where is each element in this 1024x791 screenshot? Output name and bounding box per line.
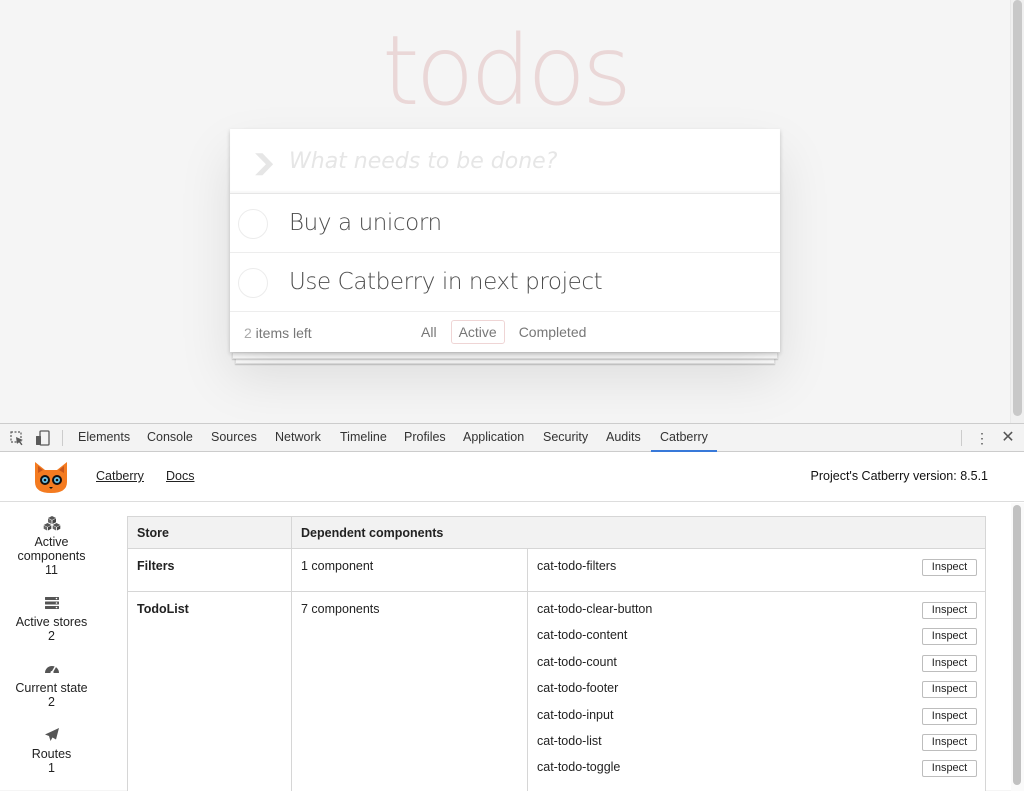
filter-active[interactable]: Active: [450, 320, 505, 344]
component-name: cat-todo-count: [537, 655, 617, 669]
new-todo-row: ❯: [230, 129, 780, 194]
filters: All Active Completed: [410, 320, 597, 344]
component-name: cat-todo-clear-button: [537, 602, 653, 616]
sidebar-item-routes[interactable]: Routes 1: [0, 727, 103, 775]
todo-item: Use Catberry in next project: [230, 253, 780, 312]
todo-label[interactable]: Buy a unicorn: [289, 210, 442, 236]
component-name: cat-todo-content: [537, 628, 628, 642]
tab-network[interactable]: Network: [275, 424, 321, 451]
header-dependent-components: Dependent components: [301, 526, 444, 540]
column-divider: [527, 549, 528, 791]
todo-footer: 2 items left All Active Completed: [230, 312, 780, 352]
catberry-link[interactable]: Catberry: [96, 469, 144, 483]
table-header: Store Dependent components: [128, 517, 985, 549]
catberry-sidebar: Active components 11 Active stores 2 Cur…: [0, 503, 103, 791]
todo-panel: ❯ Buy a unicorn Use Catberry in next pro…: [230, 129, 780, 352]
sidebar-item-count: 2: [48, 629, 55, 643]
sidebar-item-label: Routes: [31, 747, 72, 761]
more-options-icon[interactable]: ⋮: [975, 429, 989, 447]
inspect-button[interactable]: Inspect: [922, 628, 977, 645]
inspect-button[interactable]: Inspect: [922, 602, 977, 619]
tab-timeline[interactable]: Timeline: [340, 424, 387, 451]
devtools-scrollbar[interactable]: [1011, 503, 1024, 791]
devtools-panel: Elements Console Sources Network Timelin…: [0, 423, 1024, 791]
toggle-all-chevron-icon[interactable]: ❯: [234, 143, 294, 183]
tab-application[interactable]: Application: [463, 424, 524, 451]
page-scrollbar-thumb[interactable]: [1013, 0, 1022, 416]
inspect-button[interactable]: Inspect: [922, 708, 977, 725]
filter-all[interactable]: All: [413, 320, 445, 344]
column-divider: [291, 517, 292, 791]
row-divider: [128, 591, 985, 592]
todo-count-number: 2: [244, 325, 252, 341]
header-store: Store: [137, 526, 169, 540]
inspect-button[interactable]: Inspect: [922, 559, 977, 576]
sidebar-item-label: Active components: [17, 535, 86, 563]
close-icon[interactable]: ✕: [1000, 429, 1016, 447]
sidebar-item-active-stores[interactable]: Active stores 2: [0, 595, 103, 643]
component-count: 7 components: [301, 602, 380, 616]
store-name: Filters: [137, 559, 175, 573]
todo-checkbox[interactable]: [238, 268, 268, 298]
inspect-button[interactable]: Inspect: [922, 655, 977, 672]
inspect-button[interactable]: Inspect: [922, 760, 977, 777]
sidebar-item-count: 11: [45, 563, 58, 577]
paper-plane-icon: [43, 727, 61, 743]
docs-link[interactable]: Docs: [166, 469, 194, 483]
tab-catberry[interactable]: Catberry: [651, 424, 717, 452]
todo-app-viewport: todos ❯ Buy a unicorn Use Catberry in ne…: [0, 0, 1024, 423]
sidebar-item-active-components[interactable]: Active components 11: [0, 515, 103, 577]
component-name: cat-todo-list: [537, 734, 602, 748]
component-name: cat-todo-toggle: [537, 760, 621, 774]
inspect-element-icon[interactable]: [8, 429, 26, 447]
components-icon: [43, 515, 61, 531]
sidebar-item-label: Active stores: [15, 615, 88, 629]
store-name: TodoList: [137, 602, 189, 616]
sidebar-item-count: 2: [48, 695, 55, 709]
paper-stack-shadow: [232, 353, 778, 359]
tab-security[interactable]: Security: [543, 424, 588, 451]
inspect-button[interactable]: Inspect: [922, 734, 977, 751]
devtools-tabbar: Elements Console Sources Network Timelin…: [0, 424, 1024, 452]
tab-audits[interactable]: Audits: [606, 424, 641, 451]
page-scrollbar[interactable]: [1010, 0, 1024, 423]
tab-elements[interactable]: Elements: [78, 424, 130, 451]
new-todo-input[interactable]: [289, 139, 759, 184]
todo-label[interactable]: Use Catberry in next project: [289, 269, 603, 295]
sidebar-item-current-state[interactable]: Current state 2: [0, 661, 103, 709]
app-title: todos: [381, 15, 632, 127]
toolbar-divider: [62, 430, 63, 446]
todo-checkbox[interactable]: [238, 209, 268, 239]
inspect-button[interactable]: Inspect: [922, 681, 977, 698]
todo-count-suffix: items left: [251, 325, 312, 341]
component-name: cat-todo-filters: [537, 559, 617, 573]
device-toolbar-icon[interactable]: [33, 429, 51, 447]
sidebar-item-count: 1: [48, 761, 55, 775]
stores-icon: [43, 595, 61, 611]
tab-profiles[interactable]: Profiles: [404, 424, 446, 451]
dashboard-icon: [43, 661, 61, 677]
tab-sources[interactable]: Sources: [211, 424, 257, 451]
catberry-logo-icon: [32, 460, 70, 494]
tab-console[interactable]: Console: [147, 424, 193, 451]
stores-table: Store Dependent components Filters 1 com…: [127, 516, 986, 791]
todo-item: Buy a unicorn: [230, 194, 780, 253]
catberry-version: Project's Catberry version: 8.5.1: [810, 469, 988, 483]
sidebar-item-label: Current state: [15, 681, 88, 695]
toolbar-divider: [961, 430, 962, 446]
component-count: 1 component: [301, 559, 374, 573]
filter-completed[interactable]: Completed: [511, 320, 595, 344]
component-name: cat-todo-input: [537, 708, 614, 722]
component-name: cat-todo-footer: [537, 681, 619, 695]
catberry-header: Catberry Docs Project's Catberry version…: [0, 452, 1024, 502]
todo-count: 2 items left: [244, 325, 312, 341]
devtools-scrollbar-thumb[interactable]: [1013, 505, 1021, 785]
